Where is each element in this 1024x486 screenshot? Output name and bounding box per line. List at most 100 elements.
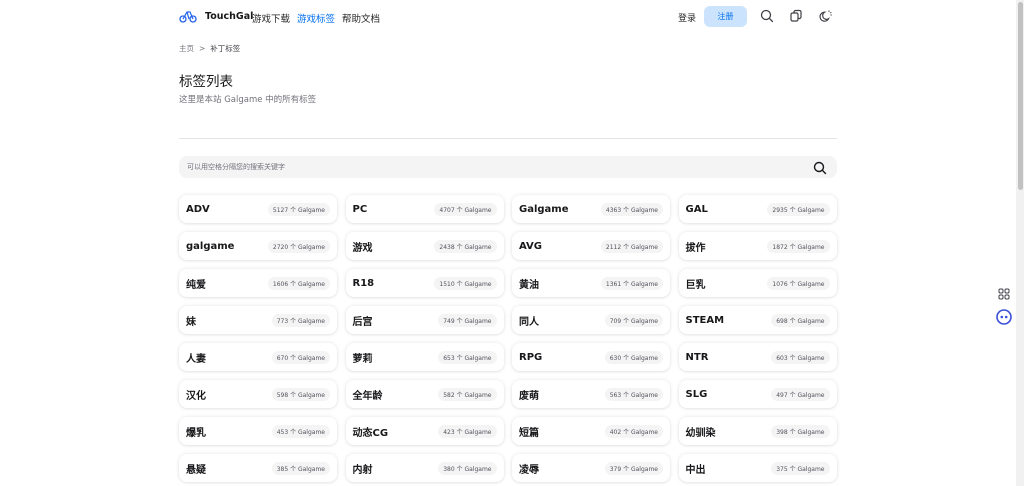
tag-card[interactable]: 同人 709 个 Galgame bbox=[512, 306, 670, 334]
tag-card[interactable]: 内射 380 个 Galgame bbox=[345, 454, 504, 482]
tag-count-badge: 1872 个 Galgame bbox=[767, 239, 830, 253]
tag-name: 妹 bbox=[186, 316, 196, 328]
tag-count-badge: 4363 个 Galgame bbox=[600, 202, 663, 216]
tag-name: 游戏 bbox=[352, 242, 373, 254]
tag-count-badge: 379 个 Galgame bbox=[604, 461, 663, 475]
tag-count-badge: 423 个 Galgame bbox=[438, 424, 497, 438]
tag-card[interactable]: 后宫 749 个 Galgame bbox=[345, 306, 504, 334]
tag-name: 萝莉 bbox=[352, 353, 373, 365]
tag-card[interactable]: 妹 773 个 Galgame bbox=[179, 306, 337, 334]
page-subtitle: 这里是本站 Galgame 中的所有标签 bbox=[179, 95, 317, 105]
tag-card[interactable]: 游戏 2438 个 Galgame bbox=[345, 232, 504, 260]
tag-card[interactable]: 全年龄 582 个 Galgame bbox=[345, 380, 504, 408]
login-link[interactable]: 登录 bbox=[678, 11, 696, 24]
tag-name: NTR bbox=[685, 351, 709, 363]
nav-game-tags[interactable]: 游戏标签 bbox=[297, 11, 335, 25]
register-button[interactable]: 注册 bbox=[704, 6, 747, 27]
search-icon bbox=[760, 9, 774, 23]
search-icon bbox=[813, 161, 827, 175]
bookmark-button[interactable] bbox=[788, 8, 804, 24]
tag-name: 悬疑 bbox=[186, 464, 206, 476]
tag-name: 汉化 bbox=[186, 390, 206, 402]
tag-name: 中出 bbox=[685, 464, 706, 476]
tag-card[interactable]: 废萌 563 个 Galgame bbox=[512, 380, 670, 408]
tag-card[interactable]: 悬疑 385 个 Galgame bbox=[179, 454, 337, 482]
tag-card[interactable]: 纯爱 1606 个 Galgame bbox=[179, 269, 337, 297]
tag-card[interactable]: ADV 5127 个 Galgame bbox=[179, 195, 337, 223]
tag-name: 巨乳 bbox=[685, 279, 706, 291]
tag-name: STEAM bbox=[685, 314, 725, 326]
tag-count-badge: 2935 个 Galgame bbox=[767, 202, 830, 216]
tag-count-badge: 453 个 Galgame bbox=[271, 424, 330, 438]
tag-card[interactable]: 爆乳 453 个 Galgame bbox=[179, 417, 337, 445]
tag-name: SLG bbox=[685, 388, 708, 400]
tag-card[interactable]: AVG 2112 个 Galgame bbox=[512, 232, 670, 260]
tag-card[interactable]: 汉化 598 个 Galgame bbox=[179, 380, 337, 408]
tag-count-badge: 385 个 Galgame bbox=[271, 461, 330, 475]
tag-count-badge: 563 个 Galgame bbox=[604, 387, 663, 401]
tag-count-badge: 375 个 Galgame bbox=[771, 461, 830, 475]
tag-card[interactable]: 短篇 402 个 Galgame bbox=[512, 417, 670, 445]
theme-toggle-icon bbox=[819, 10, 832, 22]
tag-card[interactable]: 拔作 1872 个 Galgame bbox=[678, 232, 837, 260]
tag-name: 幼驯染 bbox=[685, 427, 716, 439]
tag-card[interactable]: PC 4707 个 Galgame bbox=[345, 195, 504, 223]
tag-card[interactable]: SLG 497 个 Galgame bbox=[678, 380, 837, 408]
tag-card[interactable]: 动态CG 423 个 Galgame bbox=[345, 417, 504, 445]
tag-card[interactable]: RPG 630 个 Galgame bbox=[512, 343, 670, 371]
tag-count-badge: 402 个 Galgame bbox=[604, 424, 663, 438]
breadcrumb-current: 补丁标签 bbox=[210, 44, 241, 53]
tag-count-badge: 653 个 Galgame bbox=[438, 350, 497, 364]
tag-name: 全年龄 bbox=[352, 390, 383, 402]
bookmark-icon bbox=[790, 9, 802, 22]
tag-card[interactable]: NTR 603 个 Galgame bbox=[678, 343, 837, 371]
tag-name: 人妻 bbox=[186, 353, 206, 365]
main-nav: 游戏下载 游戏标签 帮助文档 bbox=[252, 11, 380, 25]
tag-count-badge: 603 个 Galgame bbox=[771, 350, 830, 364]
tag-card[interactable]: 凌辱 379 个 Galgame bbox=[512, 454, 670, 482]
nav-game-download[interactable]: 游戏下载 bbox=[252, 11, 290, 25]
tag-count-badge: 1510 个 Galgame bbox=[434, 276, 497, 290]
tag-count-badge: 380 个 Galgame bbox=[438, 461, 497, 475]
breadcrumb: 主页 > 补丁标签 bbox=[179, 43, 240, 54]
tag-count-badge: 709 个 Galgame bbox=[604, 313, 663, 327]
tag-name: PC bbox=[352, 203, 368, 215]
tag-count-badge: 670 个 Galgame bbox=[271, 350, 330, 364]
breadcrumb-home[interactable]: 主页 bbox=[179, 43, 194, 54]
tag-count-badge: 398 个 Galgame bbox=[771, 424, 830, 438]
tag-card[interactable]: 萝莉 653 个 Galgame bbox=[345, 343, 504, 371]
tag-card[interactable]: galgame 2720 个 Galgame bbox=[179, 232, 337, 260]
tag-count-badge: 598 个 Galgame bbox=[271, 387, 330, 401]
tag-count-badge: 749 个 Galgame bbox=[438, 313, 497, 327]
tag-name: 纯爱 bbox=[186, 279, 206, 291]
tag-card[interactable]: R18 1510 个 Galgame bbox=[345, 269, 504, 297]
tag-card[interactable]: 巨乳 1076 个 Galgame bbox=[678, 269, 837, 297]
tag-search-input[interactable] bbox=[187, 156, 787, 178]
search-button[interactable] bbox=[759, 8, 775, 24]
divider bbox=[179, 138, 837, 139]
apps-float-button[interactable] bbox=[993, 283, 1015, 305]
chat-float-button[interactable] bbox=[993, 306, 1015, 328]
tag-count-badge: 2112 个 Galgame bbox=[600, 239, 663, 253]
tag-card[interactable]: 中出 375 个 Galgame bbox=[678, 454, 837, 482]
tag-card[interactable]: Galgame 4363 个 Galgame bbox=[512, 195, 670, 223]
tag-card[interactable]: 幼驯染 398 个 Galgame bbox=[678, 417, 837, 445]
tag-card[interactable]: 黄油 1361 个 Galgame bbox=[512, 269, 670, 297]
chat-robot-icon bbox=[996, 309, 1012, 325]
tag-name: AVG bbox=[519, 240, 543, 252]
tag-name: 废萌 bbox=[519, 390, 539, 402]
page-scrollbar-thumb[interactable] bbox=[1018, 2, 1023, 190]
tag-card[interactable]: STEAM 698 个 Galgame bbox=[678, 306, 837, 334]
theme-toggle-button[interactable] bbox=[818, 8, 834, 24]
tag-name: 内射 bbox=[352, 464, 373, 476]
brand-link[interactable]: TouchGal bbox=[179, 9, 253, 23]
tag-grid: ADV 5127 个 Galgame PC 4707 个 Galgame Galgame… bbox=[179, 195, 837, 482]
tag-card[interactable]: GAL 2935 个 Galgame bbox=[678, 195, 837, 223]
grid-apps-icon bbox=[998, 288, 1010, 300]
tag-count-badge: 2720 个 Galgame bbox=[267, 239, 330, 253]
nav-help-docs[interactable]: 帮助文档 bbox=[342, 11, 380, 25]
tag-count-badge: 698 个 Galgame bbox=[771, 313, 830, 327]
tag-card[interactable]: 人妻 670 个 Galgame bbox=[179, 343, 337, 371]
tag-search-button[interactable] bbox=[813, 160, 827, 175]
tag-name: 凌辱 bbox=[519, 464, 539, 476]
